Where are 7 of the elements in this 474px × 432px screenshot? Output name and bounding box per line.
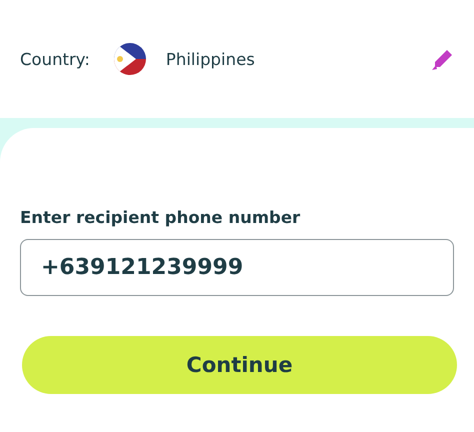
country-name: Philippines [166, 50, 256, 68]
country-label: Country: [20, 50, 90, 68]
phone-input-field[interactable]: +639121239999 [20, 239, 454, 296]
continue-button[interactable]: Continue [22, 336, 457, 394]
flag-icon [114, 42, 146, 76]
pencil-icon[interactable] [432, 48, 454, 70]
field-label: Enter recipient phone number [20, 208, 302, 227]
